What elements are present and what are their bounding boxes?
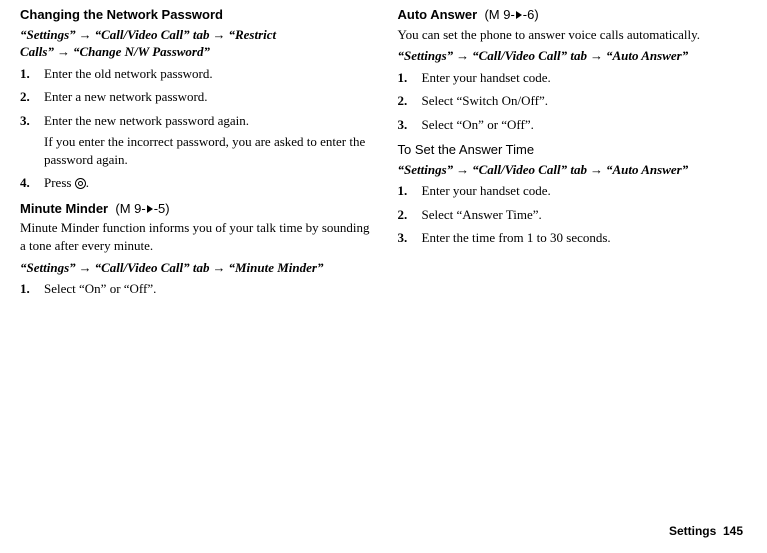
step-number: 1. — [20, 65, 44, 83]
step-number: 3. — [20, 112, 44, 169]
intro-auto-answer: You can set the phone to answer voice ca… — [398, 26, 748, 44]
list-item: 2.Select “Answer Time”. — [398, 206, 748, 224]
arrow-icon: → — [587, 162, 606, 177]
path-part: “Settings” — [398, 162, 454, 177]
step-main: Enter the new network password again. — [44, 113, 249, 128]
list-item: 2. Enter a new network password. — [20, 88, 370, 106]
step-text: Enter the time from 1 to 30 seconds. — [422, 229, 748, 247]
step-number: 1. — [20, 280, 44, 298]
two-column-layout: Changing the Network Password “Settings”… — [20, 6, 747, 306]
step-text: Press . — [44, 174, 370, 192]
step-text: Select “On” or “Off”. — [422, 116, 748, 134]
arrow-icon: → — [209, 260, 228, 275]
subheading-set-answer-time: To Set the Answer Time — [398, 141, 748, 159]
step-text: Enter your handset code. — [422, 182, 748, 200]
heading-auto-answer: Auto Answer — [398, 7, 478, 22]
intro-minute-minder: Minute Minder function informs you of yo… — [20, 219, 370, 254]
step-suffix: . — [86, 175, 89, 190]
step-number: 1. — [398, 182, 422, 200]
arrow-icon: → — [209, 27, 228, 42]
arrow-icon: → — [453, 162, 472, 177]
path-part: “Minute Minder” — [228, 260, 323, 275]
left-column: Changing the Network Password “Settings”… — [20, 6, 370, 306]
arrow-icon: → — [453, 48, 472, 63]
page: Changing the Network Password “Settings”… — [0, 0, 767, 553]
nav-path-change-nw-password: “Settings”→“Call/Video Call” tab→“Restri… — [20, 26, 370, 61]
steps-auto-answer: 1.Enter your handset code. 2.Select “Swi… — [398, 69, 748, 134]
path-part: “Call/Video Call” tab — [472, 162, 587, 177]
steps-change-nw-password: 1. Enter the old network password. 2. En… — [20, 65, 370, 192]
list-item: 4. Press . — [20, 174, 370, 192]
arrow-icon: → — [76, 27, 95, 42]
step-number: 3. — [398, 229, 422, 247]
heading-row-minute-minder: Minute Minder (M 9- -5) — [20, 200, 370, 218]
step-number: 2. — [398, 92, 422, 110]
step-text: Enter your handset code. — [422, 69, 748, 87]
list-item: 3.Enter the time from 1 to 30 seconds. — [398, 229, 748, 247]
steps-minute-minder: 1. Select “On” or “Off”. — [20, 280, 370, 298]
path-part: “Call/Video Call” tab — [95, 260, 210, 275]
menu-ref-pre: (M 9- — [115, 201, 145, 216]
arrow-icon: → — [54, 44, 73, 59]
step-text: Select “Switch On/Off”. — [422, 92, 748, 110]
list-item: 1. Enter the old network password. — [20, 65, 370, 83]
menu-ref-pre: (M 9- — [484, 7, 514, 22]
step-text: Enter a new network password. — [44, 88, 370, 106]
list-item: 1. Select “On” or “Off”. — [20, 280, 370, 298]
step-text: Select “On” or “Off”. — [44, 280, 370, 298]
menu-reference: (M 9- -5) — [115, 201, 169, 216]
path-part: “Settings” — [20, 260, 76, 275]
heading-row-auto-answer: Auto Answer (M 9- -6) — [398, 6, 748, 24]
path-part: “Settings” — [20, 27, 76, 42]
nav-path-answer-time: “Settings”→“Call/Video Call” tab→“Auto A… — [398, 161, 748, 179]
step-text: Enter the old network password. — [44, 65, 370, 83]
footer-section-label: Settings — [669, 524, 716, 538]
step-text: Enter the new network password again. If… — [44, 112, 370, 169]
menu-ref-post: -5) — [154, 201, 170, 216]
menu-reference: (M 9- -6) — [484, 7, 538, 22]
arrow-icon: → — [76, 260, 95, 275]
triangle-right-icon — [147, 205, 153, 213]
triangle-right-icon — [516, 11, 522, 19]
list-item: 3.Select “On” or “Off”. — [398, 116, 748, 134]
step-main: Press — [44, 175, 71, 190]
list-item: 1.Enter your handset code. — [398, 182, 748, 200]
list-item: 3. Enter the new network password again.… — [20, 112, 370, 169]
nav-path-minute-minder: “Settings”→“Call/Video Call” tab→“Minute… — [20, 259, 370, 277]
step-number: 3. — [398, 116, 422, 134]
path-part: “Call/Video Call” tab — [95, 27, 210, 42]
heading-changing-network-password: Changing the Network Password — [20, 6, 370, 24]
page-footer: Settings 145 — [669, 523, 743, 539]
path-part: “Call/Video Call” tab — [472, 48, 587, 63]
footer-page-number: 145 — [723, 524, 743, 538]
step-text: Select “Answer Time”. — [422, 206, 748, 224]
step-number: 2. — [20, 88, 44, 106]
menu-ref-post: -6) — [523, 7, 539, 22]
step-note: If you enter the incorrect password, you… — [44, 133, 370, 168]
path-part: “Change N/W Password” — [73, 44, 210, 59]
path-part: “Auto Answer” — [606, 162, 688, 177]
list-item: 1.Enter your handset code. — [398, 69, 748, 87]
path-part: “Settings” — [398, 48, 454, 63]
path-part: “Auto Answer” — [606, 48, 688, 63]
steps-answer-time: 1.Enter your handset code. 2.Select “Ans… — [398, 182, 748, 247]
heading-minute-minder: Minute Minder — [20, 201, 108, 216]
center-key-icon — [75, 178, 86, 189]
arrow-icon: → — [587, 48, 606, 63]
step-number: 1. — [398, 69, 422, 87]
step-number: 2. — [398, 206, 422, 224]
nav-path-auto-answer: “Settings”→“Call/Video Call” tab→“Auto A… — [398, 47, 748, 65]
list-item: 2.Select “Switch On/Off”. — [398, 92, 748, 110]
step-number: 4. — [20, 174, 44, 192]
right-column: Auto Answer (M 9- -6) You can set the pho… — [398, 6, 748, 306]
